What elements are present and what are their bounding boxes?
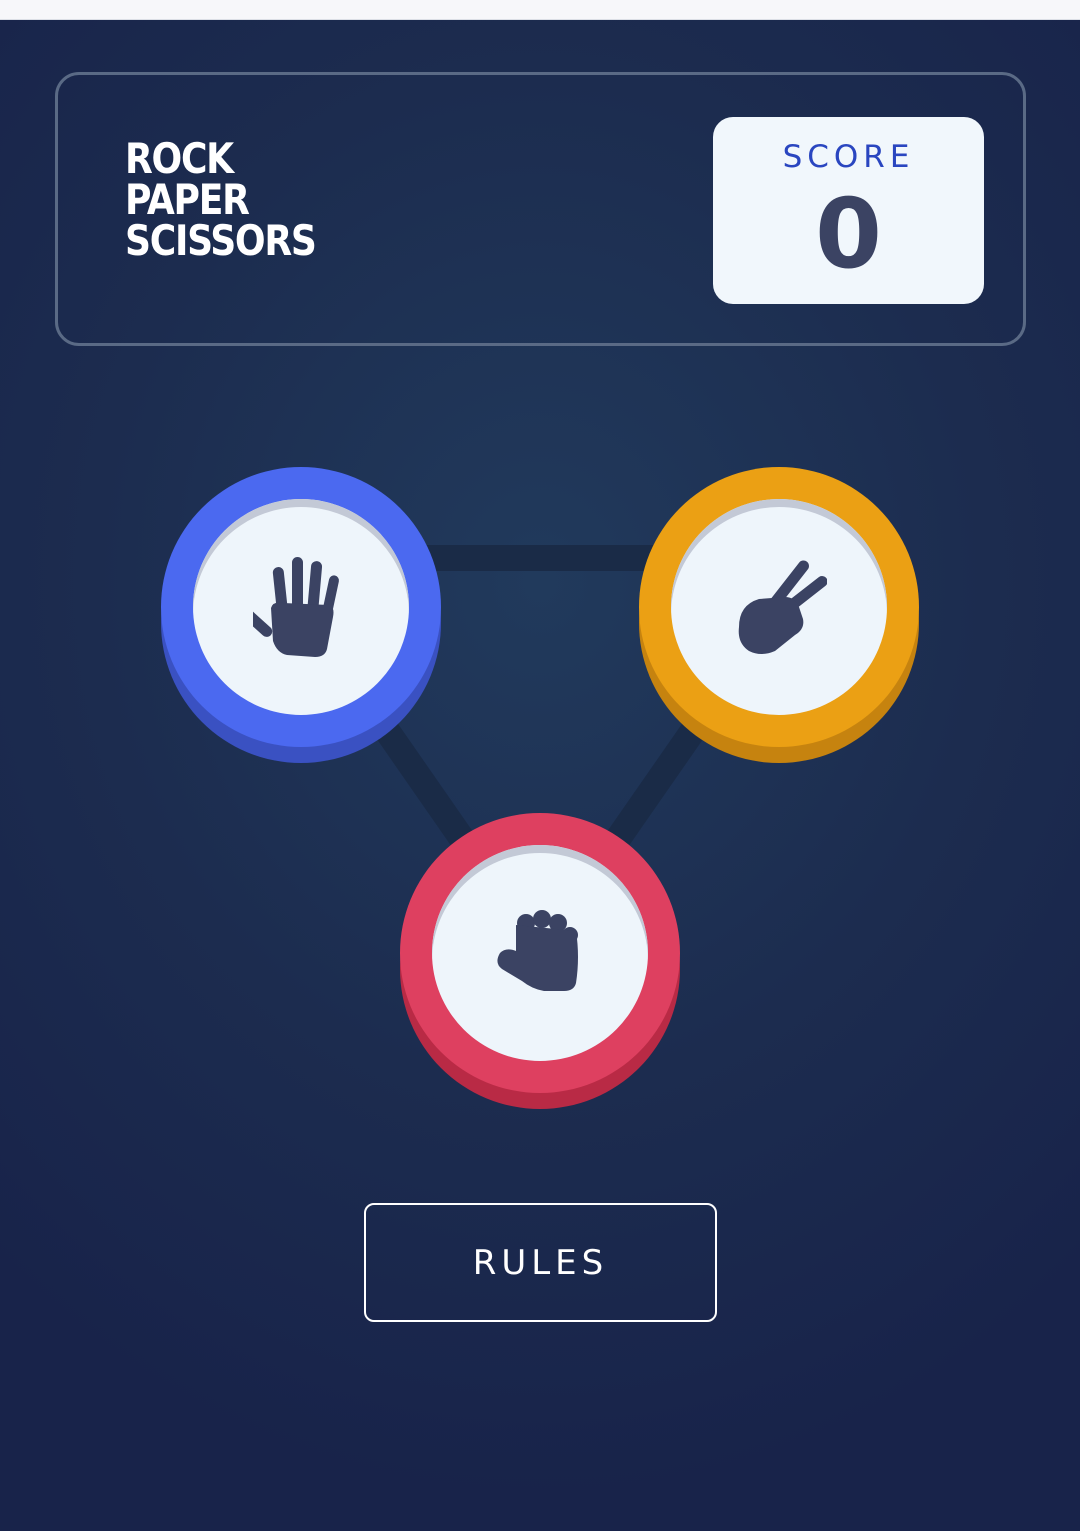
rock-token-face — [432, 845, 648, 1061]
scissors-token-face — [671, 499, 887, 715]
rules-button[interactable]: RULES — [364, 1203, 717, 1322]
paper-choice-button[interactable] — [161, 467, 441, 763]
rock-fist-icon — [497, 910, 578, 991]
scissors-choice-button[interactable] — [639, 467, 919, 763]
scissors-hand-icon — [738, 560, 827, 654]
paper-token-face — [193, 499, 409, 715]
rock-choice-button[interactable] — [400, 813, 680, 1109]
paper-hand-icon — [253, 557, 339, 657]
